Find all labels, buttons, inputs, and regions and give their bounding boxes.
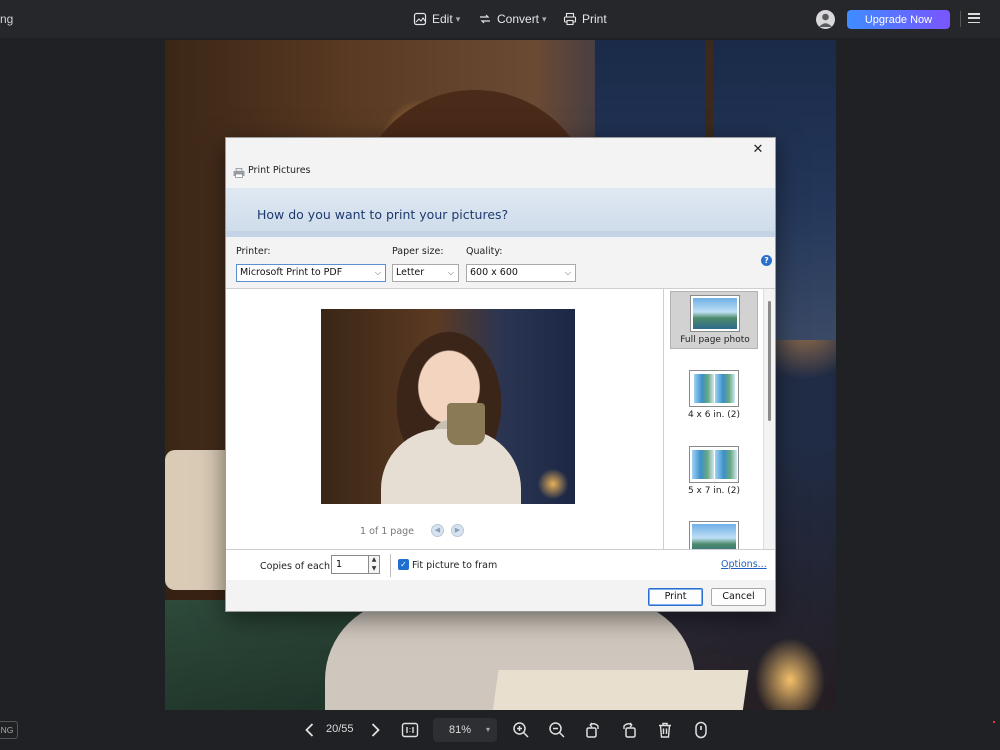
zoom-out-icon[interactable]	[547, 720, 567, 740]
previous-image-icon[interactable]	[300, 720, 320, 740]
fit-picture-checkbox[interactable]: ✓	[398, 559, 409, 570]
divider	[390, 554, 391, 577]
zoom-value: 81%	[449, 724, 472, 736]
convert-menu[interactable]: Convert ▾	[478, 0, 547, 38]
quality-select[interactable]: 600 x 600 ⌵	[466, 264, 576, 282]
paper-size-select[interactable]: Letter ⌵	[392, 264, 459, 282]
format-badge: NG	[0, 721, 18, 739]
file-name: ng	[0, 12, 14, 26]
printer-icon	[563, 12, 577, 26]
printer-select-value: Microsoft Print to PDF	[240, 267, 343, 278]
preview-cup	[447, 403, 485, 445]
quality-value: 600 x 600	[470, 267, 518, 278]
options-bar: Copies of each 1 ▲ ▼ ✓ Fit picture to fra…	[226, 549, 775, 580]
dialog-question: How do you want to print your pictures?	[257, 207, 509, 222]
top-toolbar: ng Edit ▾ Convert ▾ Print Upgrade Now	[0, 0, 1000, 38]
help-icon[interactable]: ?	[761, 255, 772, 266]
paper-size-label: Paper size:	[392, 246, 444, 257]
print-pictures-dialog: ✕ Print Pictures How do you want to prin…	[225, 137, 776, 612]
layout-4x6[interactable]: 4 x 6 in. (2)	[670, 367, 758, 425]
divider	[960, 11, 961, 27]
chevron-down-icon: ⌵	[374, 268, 381, 277]
cancel-button[interactable]: Cancel	[711, 588, 766, 606]
layout-full-page-photo[interactable]: Full page photo	[670, 291, 758, 349]
image-edit-icon	[413, 12, 427, 26]
paper-size-value: Letter	[396, 267, 425, 278]
printer-icon	[233, 168, 245, 178]
chevron-down-icon: ▾	[485, 725, 490, 734]
menu-icon[interactable]	[968, 13, 980, 23]
printer-label: Printer:	[236, 246, 271, 257]
delete-icon[interactable]	[655, 720, 675, 740]
layout-label: 4 x 6 in. (2)	[687, 410, 741, 420]
print-button[interactable]: Print	[648, 588, 703, 606]
printer-select[interactable]: Microsoft Print to PDF ⌵	[236, 264, 386, 282]
layout-thumbnail	[689, 370, 739, 407]
dialog-title: Print Pictures	[248, 165, 311, 176]
page-info: 1 of 1 page	[360, 526, 415, 537]
scrollbar-thumb[interactable]	[768, 301, 771, 421]
layout-5x7[interactable]: 5 x 7 in. (2)	[670, 443, 758, 501]
avatar[interactable]	[816, 10, 835, 29]
preview-image	[321, 309, 575, 504]
chevron-down-icon: ▾	[542, 13, 547, 24]
edit-menu-label: Edit	[432, 12, 453, 26]
chevron-down-icon: ⌵	[564, 268, 571, 277]
banner-divider	[226, 231, 775, 237]
info-icon[interactable]	[691, 720, 711, 740]
upgrade-now-button[interactable]: Upgrade Now	[847, 10, 950, 29]
next-image-icon[interactable]	[365, 720, 385, 740]
next-page-icon[interactable]: ▶	[451, 524, 464, 537]
close-icon[interactable]: ✕	[749, 141, 767, 159]
layout-thumbnail	[689, 446, 739, 483]
print-preview-pane: 1 of 1 page ◀ ▶	[226, 288, 663, 549]
edit-menu[interactable]: Edit ▾	[413, 0, 460, 38]
convert-menu-label: Convert	[497, 12, 540, 26]
notification-dot	[993, 721, 995, 723]
layout-label: Full page photo	[680, 335, 750, 345]
chevron-down-icon: ▾	[455, 13, 461, 24]
rotate-right-icon[interactable]	[619, 720, 639, 740]
actual-size-icon[interactable]	[400, 720, 420, 740]
options-link[interactable]: Options...	[721, 559, 767, 570]
user-icon	[819, 13, 832, 27]
layout-list: Full page photo 4 x 6 in. (2) 5 x 7 in. …	[663, 288, 763, 549]
bottom-toolbar: NG 20/55 81% ▾	[0, 710, 1000, 750]
layout-scrollbar[interactable]	[763, 288, 775, 549]
previous-page-icon[interactable]: ◀	[431, 524, 444, 537]
zoom-select[interactable]: 81% ▾	[433, 718, 497, 742]
convert-icon	[480, 14, 490, 24]
print-menu[interactable]: Print	[563, 0, 607, 38]
layout-thumbnail	[690, 295, 740, 332]
layout-thumbnail	[689, 521, 739, 549]
chevron-down-icon: ⌵	[447, 268, 454, 277]
layout-label: 5 x 7 in. (2)	[687, 486, 741, 496]
fit-picture-label: Fit picture to fram	[412, 560, 498, 571]
open-book	[491, 670, 749, 710]
layout-more[interactable]	[670, 518, 758, 549]
copies-label: Copies of each	[260, 561, 331, 572]
zoom-in-icon[interactable]	[511, 720, 531, 740]
print-menu-label: Print	[582, 12, 607, 26]
copies-input[interactable]: 1	[331, 555, 369, 574]
page-indicator: 20/55	[326, 723, 354, 735]
quality-label: Quality:	[466, 246, 503, 257]
rotate-left-icon[interactable]	[583, 720, 603, 740]
copies-stepper[interactable]: ▲ ▼	[368, 555, 380, 574]
